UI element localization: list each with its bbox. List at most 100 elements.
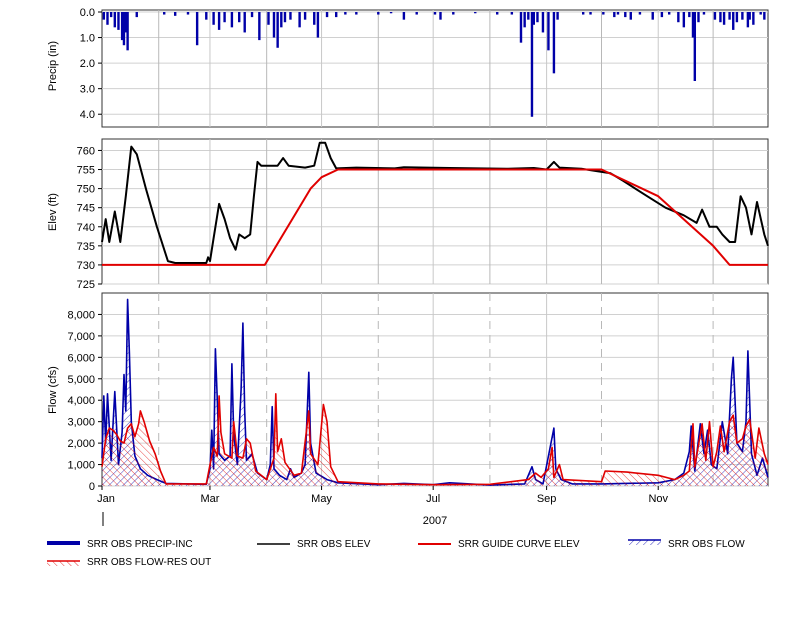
precip-bar — [624, 12, 627, 18]
precip-bar — [682, 12, 686, 28]
precip-bar — [541, 12, 545, 33]
precip-bar — [325, 12, 329, 18]
precip-bar — [217, 12, 221, 30]
precip-bar — [433, 12, 437, 15]
precip-bar — [582, 12, 585, 15]
precip-bar — [759, 12, 762, 15]
precip-bar — [276, 12, 279, 48]
legend-entry-guide-curve: SRR GUIDE CURVE ELEV — [418, 539, 580, 550]
precip-bar — [258, 12, 261, 41]
precip-bar — [223, 12, 226, 23]
precip-bar — [452, 12, 455, 15]
precip-bar — [748, 12, 751, 20]
flow-ytick-label: 0 — [89, 481, 95, 493]
xtick-label: Jul — [426, 493, 440, 505]
precip-bar — [316, 12, 320, 38]
flow-panel-frame — [101, 292, 769, 487]
precip-bar — [117, 12, 120, 30]
precip-bar — [763, 12, 766, 20]
precip-bar — [638, 12, 642, 15]
flow-ytick-label: 6,000 — [67, 352, 95, 364]
multi-panel-chart: 0.0 1.0 2.0 3.0 4.0 725 730 735 740 745 750 755 760 0… — [47, 7, 769, 568]
precip-bar — [532, 12, 536, 25]
precip-bar — [651, 12, 654, 20]
elev-ytick-label: 740 — [77, 222, 95, 234]
precip-bar — [377, 12, 380, 15]
precip-bar — [113, 12, 117, 28]
precip-bar — [195, 12, 199, 46]
precip-bar — [205, 12, 208, 20]
precip-bar — [230, 12, 234, 28]
precip-bar — [589, 12, 592, 15]
precip-bar — [280, 12, 283, 28]
precip-bar — [752, 12, 755, 25]
precip-bar — [106, 12, 109, 25]
precip-bar — [303, 12, 307, 20]
precip-bar — [713, 12, 717, 20]
legend-label-precip: SRR OBS PRECIP-INC — [87, 539, 193, 550]
precip-bar — [728, 12, 731, 20]
precip-bar — [272, 12, 276, 38]
precip-bar — [552, 12, 556, 74]
precip-bar — [344, 12, 347, 15]
precip-ytick-label: 2.0 — [80, 58, 95, 70]
flow-ytick-label: 4,000 — [67, 395, 95, 407]
precip-ytick-label: 0.0 — [80, 7, 95, 19]
precip-bar — [602, 12, 605, 15]
precip-bar — [556, 12, 559, 20]
precip-bar — [735, 12, 739, 23]
elev-ytick-label: 735 — [77, 241, 95, 253]
legend-label-res-out: SRR OBS FLOW-RES OUT — [87, 557, 211, 568]
flow-ytick-label: 8,000 — [67, 309, 95, 321]
xtick-label: Sep — [537, 493, 557, 505]
precip-bar — [667, 12, 671, 15]
legend: SRR OBS PRECIP-INC SRR OBS ELEV SRR GUID… — [47, 539, 745, 568]
precip-bar — [530, 12, 534, 117]
precip-bar — [496, 12, 499, 15]
flow-ylabel: Flow (cfs) — [47, 366, 59, 414]
precip-ylabel: Precip (in) — [47, 41, 59, 91]
precip-bar — [212, 12, 215, 25]
precip-bar — [527, 12, 530, 20]
elev-ytick-label: 725 — [77, 279, 95, 291]
precip-bar — [298, 12, 301, 28]
precip-bar — [135, 12, 138, 18]
precip-bar — [547, 12, 550, 51]
flow-ytick-label: 5,000 — [67, 374, 95, 386]
precip-bar — [719, 12, 722, 23]
precip-bar — [629, 12, 632, 20]
precip-bar — [660, 12, 664, 18]
precip-bar — [415, 12, 418, 15]
precip-bar — [283, 12, 287, 23]
precip-bar — [732, 12, 735, 30]
elev-ytick-label: 755 — [77, 165, 95, 177]
precip-ytick-label: 1.0 — [80, 33, 95, 45]
precip-bar — [102, 12, 106, 20]
xtick-label: Mar — [200, 493, 219, 505]
precip-bar — [616, 12, 620, 15]
precip-panel-frame — [101, 9, 769, 128]
precip-bar — [289, 12, 292, 20]
precip-bar — [126, 12, 129, 51]
elev-ytick-label: 730 — [77, 260, 95, 272]
precip-bar — [243, 12, 246, 33]
precip-bar — [536, 12, 539, 23]
legend-entry-obs-flow: SRR OBS FLOW — [628, 539, 745, 550]
legend-entry-elev: SRR OBS ELEV — [257, 539, 371, 550]
precip-bar — [238, 12, 241, 23]
elev-ytick-label: 760 — [77, 145, 95, 157]
precip-bar — [250, 12, 254, 18]
precip-bar — [722, 12, 726, 25]
precip-bar — [523, 12, 526, 28]
precip-bar — [439, 12, 442, 20]
elev-ytick-label: 745 — [77, 203, 95, 215]
legend-entry-precip: SRR OBS PRECIP-INC — [47, 539, 193, 550]
year-label: 2007 — [423, 515, 447, 527]
elev-ylabel: Elev (ft) — [47, 193, 59, 231]
xtick-label: May — [311, 493, 332, 505]
precip-bar — [267, 12, 270, 25]
precip-bar — [474, 12, 477, 14]
legend-label-elev: SRR OBS ELEV — [297, 539, 371, 550]
precip-bar — [677, 12, 680, 23]
precip-bar — [697, 12, 700, 23]
